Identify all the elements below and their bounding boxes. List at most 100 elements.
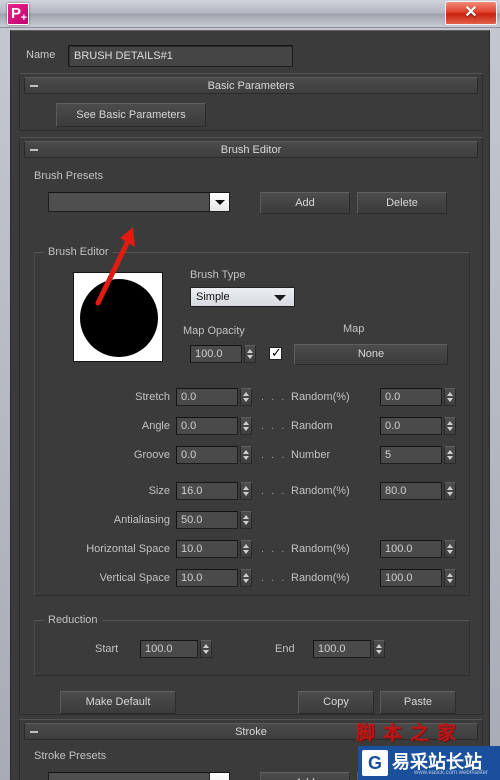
rollout-header-basic-parameters[interactable]: Basic Parameters [24,77,478,94]
row-label-stretch: Stretch [135,391,170,403]
spinner-arrows-icon[interactable] [240,540,252,558]
reduction-start-spinner[interactable]: 100.0 [140,640,216,658]
delete-brush-preset-button[interactable]: Delete [357,192,447,214]
see-basic-parameters-button[interactable]: See Basic Parameters [56,103,206,127]
add-stroke-preset-button[interactable]: Add [260,772,350,780]
size-value[interactable]: 16.0 [176,482,238,500]
brush-type-value: Simple [196,291,230,303]
size-random-spinner[interactable]: 80.0 [380,482,460,500]
brush-preview-swatch[interactable] [73,272,163,362]
stroke-presets-dropdown[interactable] [48,772,230,780]
spinner-arrows-icon[interactable] [200,640,212,658]
name-label: Name [26,49,56,61]
spinner-arrows-icon[interactable] [373,640,385,658]
number-value[interactable]: 5 [380,446,442,464]
brush-type-dropdown[interactable]: Simple [190,287,295,307]
angle-random-value[interactable]: 0.0 [380,417,442,435]
rollout-header-brush-editor[interactable]: Brush Editor [24,141,478,158]
reduction-group-title: Reduction [44,614,102,626]
angle-spinner[interactable]: 0.0 [176,417,256,435]
delete-stroke-preset-button[interactable] [357,772,447,780]
map-label: Map [343,323,365,335]
rollout-title: Stroke [235,726,267,738]
map-enable-checkbox[interactable]: ✓ [269,345,282,360]
chevron-down-icon [209,193,229,211]
spinner-arrows-icon[interactable] [240,388,252,406]
brush-presets-label: Brush Presets [34,170,104,182]
photoshop-plus-icon: P + [7,3,29,25]
spinner-arrows-icon[interactable] [240,569,252,587]
copy-button[interactable]: Copy [298,691,374,714]
desktop-background: P + ✕ Name BRUSH DETAILS#1 Basic Paramet… [0,0,500,780]
stretch-random-spinner[interactable]: 0.0 [380,388,460,406]
app-icon-letter: P [11,5,22,22]
paste-label: Paste [403,696,433,708]
row-mid-label-vspace-random: Random(%) [291,572,350,584]
spinner-arrows-icon[interactable] [244,345,256,363]
map-none-button[interactable]: None [294,344,448,365]
map-opacity-value[interactable]: 100.0 [190,345,242,363]
reduction-groupbox: Reduction Start 100.0 End 100.0 [34,614,470,676]
reduction-end-label: End [275,643,295,655]
rollout-basic-parameters: Basic Parameters See Basic Parameters [19,73,483,131]
size-random-value[interactable]: 80.0 [380,482,442,500]
vertical-space-random-spinner[interactable]: 100.0 [380,569,460,587]
size-spinner[interactable]: 16.0 [176,482,256,500]
close-icon: ✕ [464,4,478,21]
spinner-arrows-icon[interactable] [240,446,252,464]
groove-spinner[interactable]: 0.0 [176,446,256,464]
spinner-arrows-icon[interactable] [444,417,456,435]
chevron-down-icon [274,295,286,301]
row-label-groove: Groove [133,449,170,461]
spinner-arrows-icon[interactable] [444,482,456,500]
rollout-body-brush-editor: Brush Presets Add Delete Brush Editor Br… [20,158,482,714]
name-input[interactable]: BRUSH DETAILS#1 [68,45,293,67]
stretch-spinner[interactable]: 0.0 [176,388,256,406]
horizontal-space-random-value[interactable]: 100.0 [380,540,442,558]
paste-button[interactable]: Paste [380,691,456,714]
delete-label: Delete [386,197,418,209]
spinner-arrows-icon[interactable] [240,511,252,529]
antialiasing-spinner[interactable]: 50.0 [176,511,256,529]
check-icon: ✓ [271,345,282,360]
spinner-arrows-icon[interactable] [240,417,252,435]
add-brush-preset-button[interactable]: Add [260,192,350,214]
spinner-arrows-icon[interactable] [240,482,252,500]
map-button-label: None [357,348,385,360]
spinner-arrows-icon[interactable] [444,569,456,587]
reduction-start-value[interactable]: 100.0 [140,640,198,658]
horizontal-space-value[interactable]: 10.0 [176,540,238,558]
rollout-header-stroke[interactable]: Stroke [24,723,478,740]
map-opacity-spinner[interactable]: 100.0 [190,345,260,363]
angle-random-spinner[interactable]: 0.0 [380,417,460,435]
number-spinner[interactable]: 5 [380,446,460,464]
row-label-size: Size [148,485,170,497]
horizontal-space-random-spinner[interactable]: 100.0 [380,540,460,558]
brush-shape-circle [80,279,158,357]
stretch-value[interactable]: 0.0 [176,388,238,406]
make-default-button[interactable]: Make Default [60,691,176,714]
brush-presets-dropdown[interactable] [48,192,230,212]
spinner-arrows-icon[interactable] [444,540,456,558]
vertical-space-random-value[interactable]: 100.0 [380,569,442,587]
rollout-body-basic-parameters: See Basic Parameters [20,94,482,132]
vertical-space-value[interactable]: 10.0 [176,569,238,587]
antialiasing-value[interactable]: 50.0 [176,511,238,529]
brush-type-label: Brush Type [190,269,246,281]
reduction-end-value[interactable]: 100.0 [313,640,371,658]
spinner-arrows-icon[interactable] [444,388,456,406]
vertical-space-spinner[interactable]: 10.0 [176,569,256,587]
see-basic-parameters-label: See Basic Parameters [76,109,186,121]
row-mid-label-stretch: Random(%) [291,391,350,403]
angle-value[interactable]: 0.0 [176,417,238,435]
name-row: Name BRUSH DETAILS#1 [11,45,489,69]
rollout-body-stroke: Stroke Presets Add [20,740,482,780]
stretch-random-value[interactable]: 0.0 [380,388,442,406]
close-button[interactable]: ✕ [445,1,497,25]
reduction-end-spinner[interactable]: 100.0 [313,640,389,658]
brush-editor-group-title: Brush Editor [44,246,113,258]
groove-value[interactable]: 0.0 [176,446,238,464]
horizontal-space-spinner[interactable]: 10.0 [176,540,256,558]
window-titlebar: P + ✕ [0,0,500,28]
spinner-arrows-icon[interactable] [444,446,456,464]
